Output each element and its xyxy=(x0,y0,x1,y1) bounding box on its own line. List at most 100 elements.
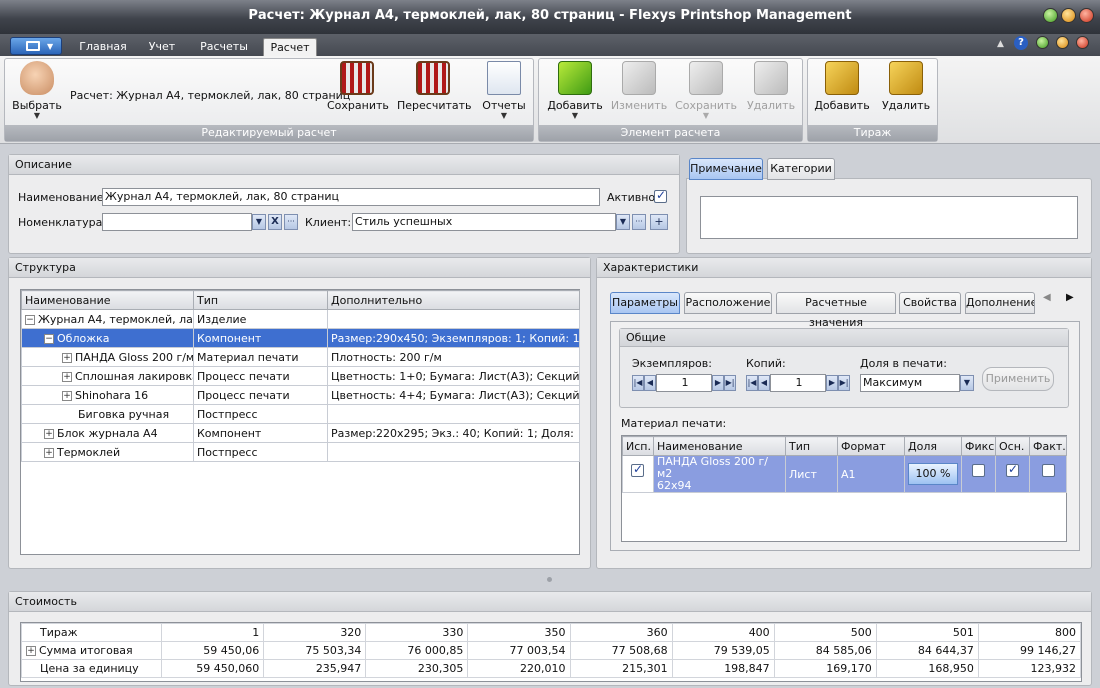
tab-main[interactable]: Главная xyxy=(72,38,134,56)
splitter-handle[interactable] xyxy=(547,577,552,582)
tab-addition[interactable]: Дополнение xyxy=(965,292,1035,314)
column-header-extra[interactable]: Дополнительно xyxy=(327,290,580,310)
copies-input[interactable]: 1 xyxy=(656,374,712,392)
tab-parameters[interactable]: Параметры xyxy=(610,292,680,314)
tab-layout[interactable]: Расположение xyxy=(684,292,772,314)
copies-dec-button[interactable]: ◀ xyxy=(644,375,656,391)
help-icon[interactable]: ? xyxy=(1014,36,1028,50)
maximize-button[interactable] xyxy=(1061,8,1076,23)
main-checkbox[interactable] xyxy=(1006,462,1019,477)
client-browse-button[interactable]: ··· xyxy=(632,214,646,230)
select-button[interactable]: Выбрать ▼ xyxy=(9,61,65,120)
copies-first-button[interactable]: |◀ xyxy=(632,375,644,391)
tabs-scroll-left-icon[interactable]: ◀ xyxy=(1043,292,1051,303)
tree-row[interactable]: + ПАНДА Gloss 200 г/м2 Материал печати Пл… xyxy=(21,347,580,367)
expand-icon[interactable]: + xyxy=(62,390,72,401)
child-close-button[interactable] xyxy=(1076,36,1089,49)
gold-box-add-icon xyxy=(825,61,859,95)
recalculate-button[interactable]: Пересчитать xyxy=(397,61,472,112)
structure-header: Структура xyxy=(9,258,590,278)
copies-last-button[interactable]: ▶| xyxy=(724,375,736,391)
kopii-dec-button[interactable]: ◀ xyxy=(758,375,770,391)
name-input[interactable]: Журнал А4, термоклей, лак, 80 страниц xyxy=(102,188,600,206)
ribbon-collapse-icon[interactable]: ▲ xyxy=(997,39,1004,49)
edit-element-button[interactable]: Изменить xyxy=(609,61,669,112)
window-title: Расчет: Журнал А4, термоклей, лак, 80 ст… xyxy=(248,8,852,23)
client-input[interactable]: Стиль успешных xyxy=(352,213,616,231)
tree-row[interactable]: + Shinohara 16 Процесс печати Цветность: … xyxy=(21,385,580,405)
share-value-cell[interactable]: 100 % xyxy=(908,463,958,485)
mat-header-fixed[interactable]: Фикс. xyxy=(961,436,996,456)
cost-row-total[interactable]: + Сумма итоговая 59 450,06 75 503,34 76 0… xyxy=(21,641,1081,660)
tab-calculated-values[interactable]: Расчетные значения xyxy=(776,292,896,329)
delete-run-button[interactable]: Удалить xyxy=(878,61,934,112)
share-select[interactable]: Максимум xyxy=(860,374,960,392)
tab-properties[interactable]: Свойства xyxy=(899,292,961,314)
tab-categories[interactable]: Категории xyxy=(767,158,835,180)
tree-row[interactable]: + Сплошная лакировка Процесс печати Цветн… xyxy=(21,366,580,386)
child-minimize-button[interactable] xyxy=(1036,36,1049,49)
expand-icon[interactable]: + xyxy=(62,352,72,363)
expand-icon[interactable]: + xyxy=(44,428,54,439)
reports-button[interactable]: Отчеты ▼ xyxy=(479,61,529,120)
tree-row[interactable]: + Термоклей Постпресс xyxy=(21,442,580,462)
collapse-icon[interactable]: − xyxy=(25,314,35,325)
expand-icon[interactable]: + xyxy=(26,646,36,656)
kopii-input[interactable]: 1 xyxy=(770,374,826,392)
app-menu-button[interactable]: ▼ xyxy=(10,37,62,55)
mat-header-actual[interactable]: Факт. xyxy=(1029,436,1067,456)
minimize-button[interactable] xyxy=(1043,8,1058,23)
mat-header-share[interactable]: Доля xyxy=(904,436,962,456)
collapse-icon[interactable]: − xyxy=(44,333,54,344)
expand-icon[interactable]: + xyxy=(62,371,72,382)
close-button[interactable] xyxy=(1079,8,1094,23)
active-checkbox[interactable] xyxy=(654,188,667,203)
client-add-button[interactable]: + xyxy=(650,214,668,230)
kopii-inc-button[interactable]: ▶ xyxy=(826,375,838,391)
tabs-scroll-right-icon[interactable]: ▶ xyxy=(1066,292,1074,303)
material-row[interactable]: ПАНДА Gloss 200 г/м262x94 Лист А1 100 % xyxy=(622,455,1067,493)
mat-header-main[interactable]: Осн. xyxy=(995,436,1030,456)
cost-row-run[interactable]: Тираж 1 320 330 350 360 400 500 501 800 xyxy=(21,623,1081,642)
share-dropdown-button[interactable]: ▼ xyxy=(960,375,974,391)
apply-button[interactable]: Применить xyxy=(982,367,1054,391)
tab-calculation[interactable]: Расчет xyxy=(263,38,317,56)
column-header-name[interactable]: Наименование xyxy=(21,290,194,310)
actual-checkbox[interactable] xyxy=(1042,464,1055,477)
mat-header-type[interactable]: Тип xyxy=(785,436,838,456)
tab-accounting[interactable]: Учет xyxy=(136,38,188,56)
mat-header-name[interactable]: Наименование xyxy=(653,436,786,456)
kopii-last-button[interactable]: ▶| xyxy=(838,375,850,391)
tree-row[interactable]: Биговка ручная Постпресс xyxy=(21,404,580,424)
fixed-checkbox[interactable] xyxy=(972,464,985,477)
use-checkbox[interactable] xyxy=(631,462,644,477)
material-label: Материал печати: xyxy=(621,417,727,430)
nomenclature-input[interactable] xyxy=(102,213,252,231)
add-run-button[interactable]: Добавить xyxy=(814,61,870,112)
save-button[interactable]: Сохранить xyxy=(327,61,389,112)
mat-header-format[interactable]: Формат xyxy=(837,436,905,456)
tree-row[interactable]: − Журнал А4, термоклей, лак Изделие xyxy=(21,309,580,329)
tree-row[interactable]: + Блок журнала А4 Компонент Размер:220x29… xyxy=(21,423,580,443)
nomenclature-dropdown-button[interactable]: ▼ xyxy=(252,214,266,230)
save-element-button[interactable]: Сохранить ▼ xyxy=(675,61,737,120)
nomenclature-browse-button[interactable]: ··· xyxy=(284,214,298,230)
add-element-button[interactable]: Добавить ▼ xyxy=(545,61,605,120)
ribbon: Выбрать ▼ Расчет: Журнал А4, термоклей, … xyxy=(0,56,1100,144)
notes-panel xyxy=(686,178,1092,254)
expand-icon[interactable]: + xyxy=(44,447,54,458)
kopii-first-button[interactable]: |◀ xyxy=(746,375,758,391)
nomenclature-clear-button[interactable]: X xyxy=(268,214,282,230)
client-dropdown-button[interactable]: ▼ xyxy=(616,214,630,230)
column-header-type[interactable]: Тип xyxy=(193,290,328,310)
child-maximize-button[interactable] xyxy=(1056,36,1069,49)
mat-header-use[interactable]: Исп. xyxy=(622,436,654,456)
tree-row[interactable]: − Обложка Компонент Размер:290x450; Экзем… xyxy=(21,328,580,348)
delete-element-button[interactable]: Удалить xyxy=(743,61,799,112)
cost-row-unit-price[interactable]: Цена за единицу 59 450,060 235,947 230,3… xyxy=(21,659,1081,678)
description-panel: Описание Наименование: Журнал А4, термок… xyxy=(8,154,680,254)
tab-note[interactable]: Примечание xyxy=(689,158,763,180)
copies-inc-button[interactable]: ▶ xyxy=(712,375,724,391)
tab-calculations[interactable]: Расчеты xyxy=(190,38,258,56)
note-textarea[interactable] xyxy=(700,196,1078,239)
